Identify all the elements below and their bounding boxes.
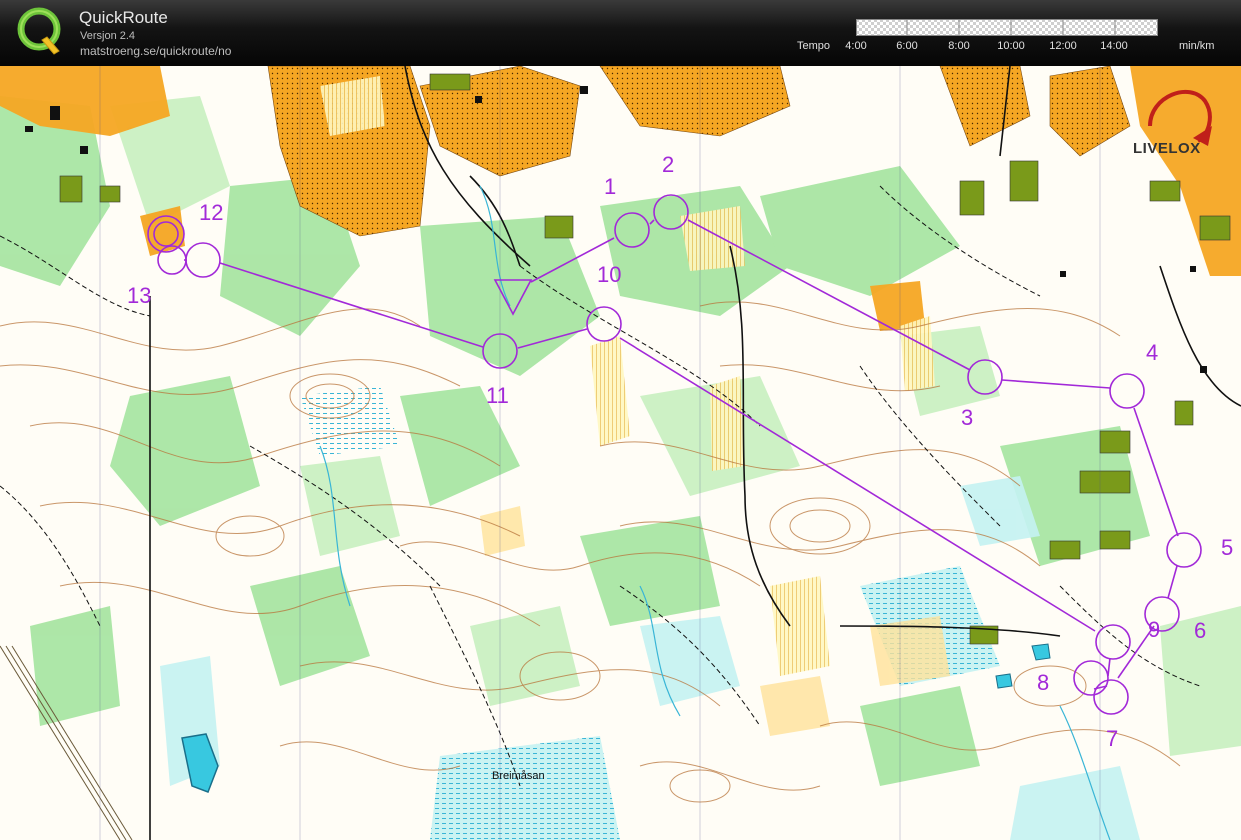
- pace-unit: min/km: [1179, 40, 1215, 52]
- orienteering-map[interactable]: 1 2 3 4 5 6 7 8 9 10 11 12 13 Breimåsan …: [0, 66, 1241, 840]
- control-number-3: 3: [961, 405, 974, 430]
- app-version: Versjon 2.4: [80, 30, 136, 42]
- control-number-13: 13: [127, 283, 152, 308]
- pace-tick: 8:00: [948, 40, 970, 52]
- app-title: QuickRoute: [79, 8, 168, 27]
- control-number-1: 1: [604, 174, 617, 199]
- pace-label: Tempo: [797, 40, 831, 52]
- control-number-12: 12: [199, 200, 224, 225]
- pace-tick: 4:00: [845, 40, 867, 52]
- control-number-8: 8: [1037, 670, 1050, 695]
- quickroute-logo-icon: [17, 7, 61, 55]
- control-number-11: 11: [486, 383, 509, 408]
- pace-tick: 10:00: [997, 40, 1025, 52]
- control-number-2: 2: [662, 152, 675, 177]
- pace-tick: 12:00: [1049, 40, 1077, 52]
- map-canvas: [0, 66, 1241, 840]
- control-number-4: 4: [1146, 340, 1159, 365]
- pace-scale-bar: [856, 19, 1158, 36]
- app-url: matstroeng.se/quickroute/no: [80, 44, 232, 58]
- pace-tick: 6:00: [896, 40, 918, 52]
- app-header: QuickRoute Versjon 2.4 matstroeng.se/qui…: [0, 0, 1241, 66]
- place-name-label: Breimåsan: [492, 770, 545, 782]
- pace-tick: 14:00: [1100, 40, 1128, 52]
- control-number-10: 10: [597, 262, 622, 287]
- control-number-7: 7: [1106, 726, 1119, 751]
- livelox-watermark: LIVELOX: [1133, 140, 1201, 157]
- control-number-6: 6: [1194, 618, 1207, 643]
- control-number-9: 9: [1148, 617, 1161, 642]
- control-number-5: 5: [1221, 535, 1234, 560]
